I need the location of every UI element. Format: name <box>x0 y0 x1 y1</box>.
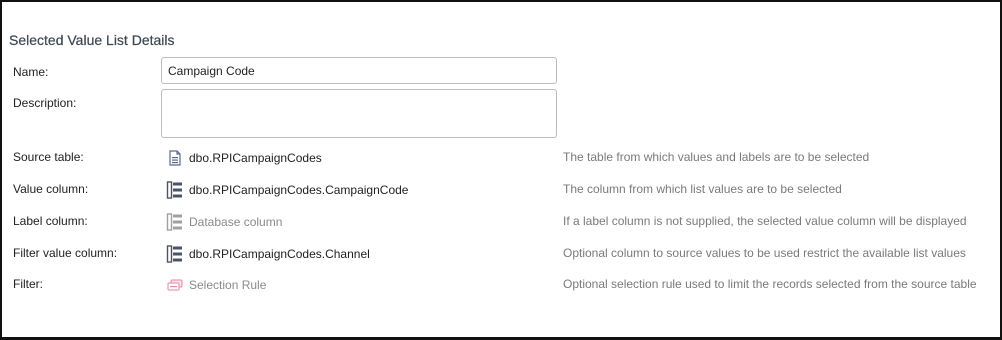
description-field[interactable] <box>162 90 556 137</box>
filter-value-column-row: Filter value column: dbo.RPICampaignCode… <box>2 244 1000 264</box>
name-label: Name: <box>13 65 49 79</box>
filter-help: Optional selection rule used to limit th… <box>563 277 977 291</box>
selection-rule-icon <box>166 276 184 294</box>
panel-frame: Selected Value List Details Name: Descri… <box>0 0 1002 340</box>
filter-value-column-label: Filter value column: <box>13 246 118 260</box>
filter-value[interactable]: Selection Rule <box>166 275 266 295</box>
source-table-label: Source table: <box>13 150 84 164</box>
value-column-text: dbo.RPICampaignCodes.CampaignCode <box>189 183 409 197</box>
value-column-help: The column from which list values are to… <box>563 182 842 196</box>
source-table-text: dbo.RPICampaignCodes <box>189 151 322 165</box>
label-column-label: Label column: <box>13 214 88 228</box>
label-column-text: Database column <box>189 215 283 229</box>
database-column-icon <box>166 181 184 199</box>
value-column-row: Value column: dbo.RPICampaignCodes.Campa… <box>2 180 1000 200</box>
value-column-value[interactable]: dbo.RPICampaignCodes.CampaignCode <box>166 180 408 200</box>
filter-label: Filter: <box>13 277 43 291</box>
database-column-icon <box>166 213 184 231</box>
filter-value-column-text: dbo.RPICampaignCodes.Channel <box>189 247 370 261</box>
label-column-value[interactable]: Database column <box>166 212 282 232</box>
value-column-label: Value column: <box>13 182 89 196</box>
source-table-row: Source table: dbo.RPICampaignCodes The t… <box>2 148 1000 168</box>
filter-value-column-value[interactable]: dbo.RPICampaignCodes.Channel <box>166 244 370 264</box>
filter-value-column-help: Optional column to source values to be u… <box>563 246 966 260</box>
name-field-box <box>161 57 557 84</box>
source-table-value[interactable]: dbo.RPICampaignCodes <box>166 148 322 168</box>
label-column-row: Label column: Database column If a label… <box>2 212 1000 232</box>
label-column-help: If a label column is not supplied, the s… <box>563 214 967 228</box>
table-document-icon <box>166 149 184 167</box>
filter-row: Filter: Selection Rule Optional selectio… <box>2 275 1000 295</box>
source-table-help: The table from which values and labels a… <box>563 150 870 164</box>
description-label: Description: <box>13 96 77 110</box>
description-field-box <box>161 89 557 138</box>
name-field[interactable] <box>162 58 556 83</box>
section-title: Selected Value List Details <box>9 32 175 48</box>
database-column-icon <box>166 245 184 263</box>
filter-text: Selection Rule <box>189 278 267 292</box>
